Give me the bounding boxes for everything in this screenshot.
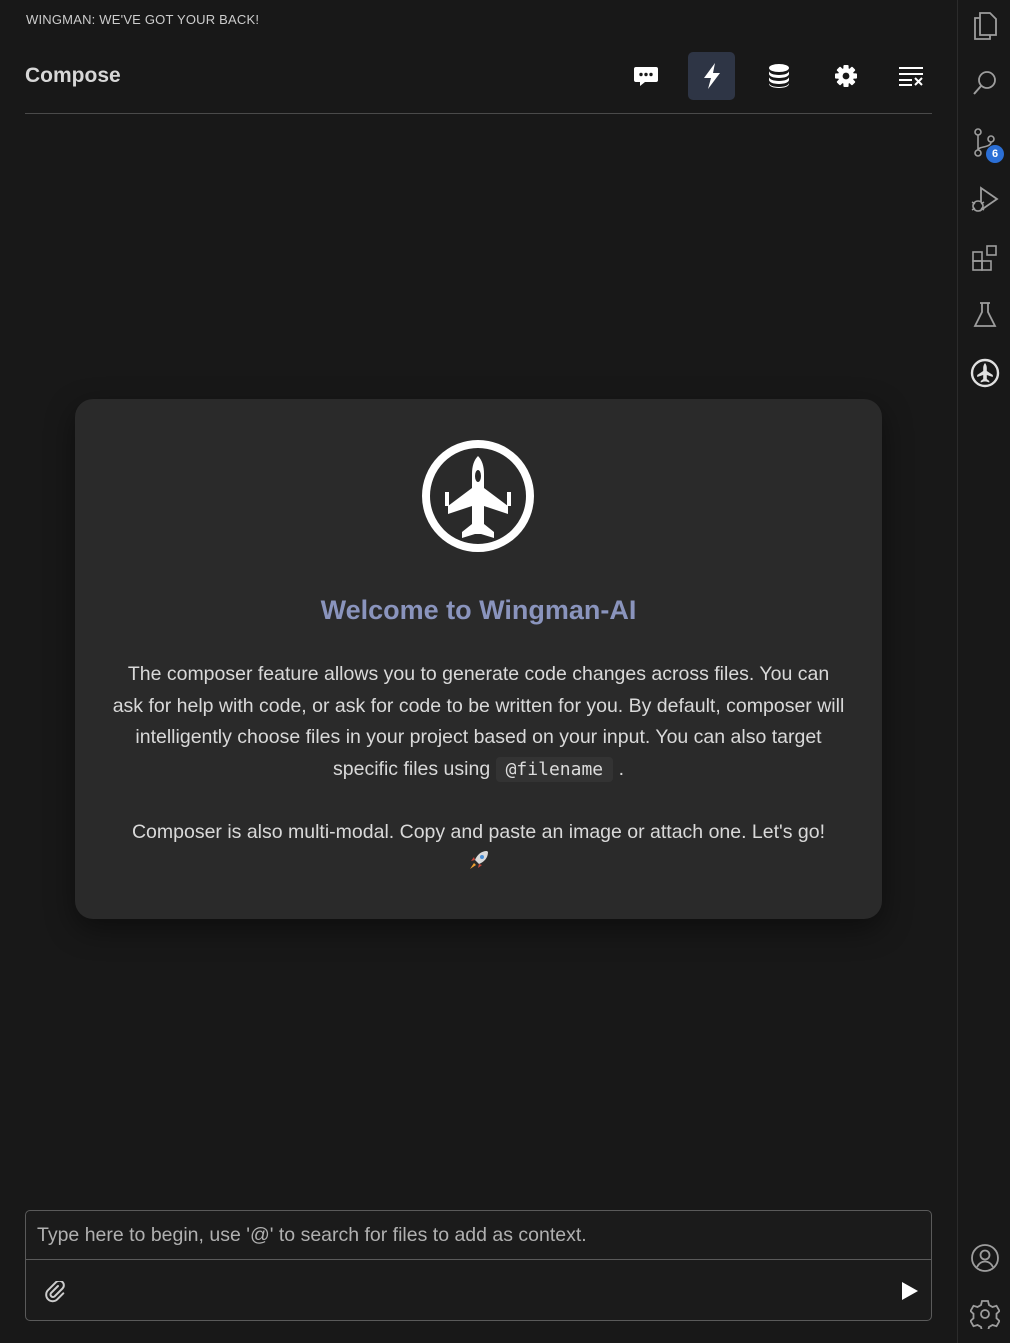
source-control-badge: 6 [986, 145, 1004, 163]
wingman-panel: WINGMAN: WE'VE GOT YOUR BACK! Compose We… [0, 0, 957, 1343]
multimodal-label: Composer is also multi-modal. Copy and p… [131, 821, 826, 843]
database-button[interactable] [755, 52, 802, 100]
description-text: The composer feature allows you to gener… [112, 663, 845, 780]
filename-code: @filename [495, 756, 614, 782]
compose-button[interactable] [688, 52, 735, 100]
extensions-icon[interactable] [968, 241, 1002, 275]
panel-title: WINGMAN: WE'VE GOT YOUR BACK! [26, 12, 260, 27]
welcome-heading: Welcome to Wingman-AI [320, 595, 637, 625]
testing-icon[interactable] [968, 298, 1002, 332]
welcome-card: Welcome to Wingman-AI The composer featu… [75, 399, 882, 919]
wingman-icon[interactable] [968, 356, 1002, 390]
database-icon [768, 64, 789, 88]
welcome-description: The composer feature allows you to gener… [111, 659, 846, 785]
chat-icon [633, 67, 658, 86]
description-end: . [618, 757, 624, 780]
manage-gear-icon[interactable] [968, 1297, 1002, 1331]
multimodal-text: Composer is also multi-modal. Copy and p… [111, 819, 846, 880]
composer-box: Type here to begin, use '@' to search fo… [25, 1210, 932, 1321]
run-debug-icon[interactable] [968, 183, 1002, 217]
search-icon[interactable] [968, 66, 1002, 100]
send-button[interactable] [901, 1281, 919, 1306]
lightning-icon [703, 63, 720, 89]
explorer-icon[interactable] [968, 9, 1002, 43]
page-title: Compose [25, 64, 121, 87]
clear-list-icon [898, 67, 923, 86]
rocket-emoji-icon [467, 848, 491, 880]
toolbar [622, 52, 932, 100]
account-icon[interactable] [968, 1241, 1002, 1275]
send-icon [902, 1282, 918, 1300]
attach-button[interactable] [45, 1279, 65, 1308]
activity-bar: 6 [957, 0, 1010, 1343]
paperclip-icon [45, 1279, 65, 1303]
clear-button[interactable] [888, 52, 935, 100]
settings-button[interactable] [822, 52, 869, 100]
composer-input[interactable]: Type here to begin, use '@' to search fo… [26, 1211, 931, 1260]
chat-button[interactable] [622, 52, 669, 100]
compose-header: Compose [25, 52, 932, 114]
gear-icon [834, 65, 857, 87]
jet-fighter-logo-icon [420, 438, 536, 559]
